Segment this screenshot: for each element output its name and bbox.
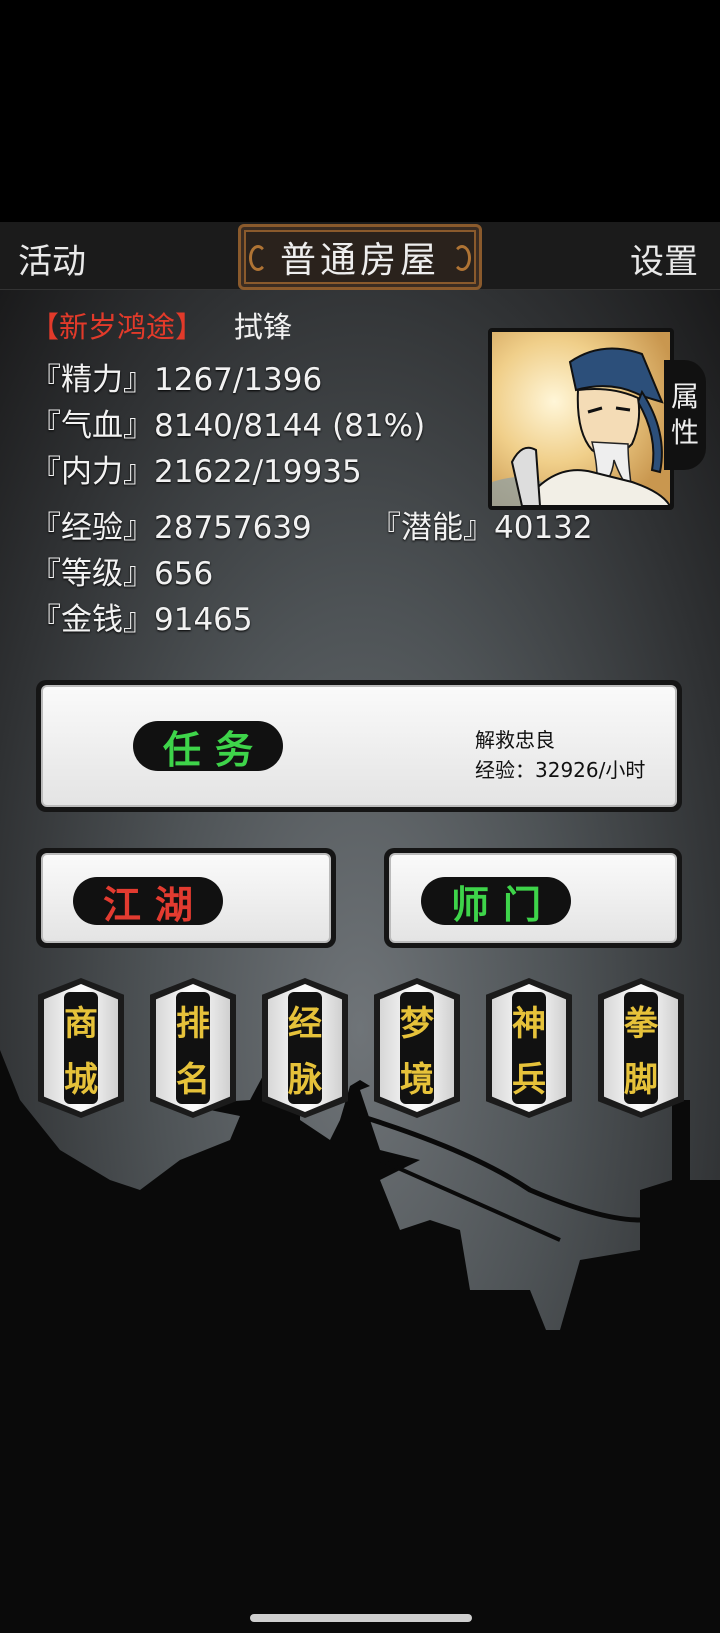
location-title: 普通房屋 (279, 240, 440, 281)
task-info: 解救忠良 经验：32926/小时 (475, 725, 645, 785)
top-bar: 活动 普通房屋 设置 (0, 222, 720, 290)
menu-dream-button[interactable]: 梦境 (374, 978, 460, 1118)
task-button[interactable]: 任务 解救忠良 经验：32926/小时 (36, 680, 682, 812)
stat-experience: 『经验』28757639 (30, 510, 312, 546)
stat-level: 『等级』656 (30, 556, 214, 592)
task-exp-rate: 经验：32926/小时 (475, 758, 646, 782)
settings-button[interactable]: 设置 (630, 234, 698, 283)
player-title-line: 【新岁鸿途】 拭锋 (30, 304, 292, 346)
stat-health: 『气血』8140/8144 (81%) (30, 408, 426, 444)
menu-ranking-button[interactable]: 排名 (150, 978, 236, 1118)
menu-weapon-char-1: 神 (512, 1003, 546, 1044)
attributes-tab-char-2: 性 (670, 416, 699, 449)
attributes-tab[interactable]: 属 性 (664, 360, 706, 470)
jianghu-label: 江湖 (73, 877, 223, 927)
menu-meridian-char-2: 脉 (288, 1059, 322, 1100)
menu-shop-char-2: 城 (64, 1059, 98, 1100)
menu-fist-char-2: 脚 (624, 1059, 658, 1100)
menu-dream-char-1: 梦 (400, 1003, 434, 1044)
menu-fist-button[interactable]: 拳脚 (598, 978, 684, 1118)
shimen-button-face: 师门 (389, 853, 677, 943)
menu-meridian-char-1: 经 (288, 1003, 322, 1044)
character-portrait[interactable] (488, 328, 674, 510)
stat-energy: 『精力』1267/1396 (30, 362, 323, 398)
menu-shop-char-1: 商 (64, 1003, 98, 1044)
scroll-ornament-right-icon (453, 245, 471, 271)
attributes-tab-char-1: 属 (670, 380, 699, 413)
task-name: 解救忠良 (475, 728, 555, 752)
main-panel: 【新岁鸿途】 拭锋 『精力』1267/1396 『气血』8140/8144 (81… (0, 290, 720, 1633)
menu-ranking-char-1: 排 (176, 1003, 210, 1044)
jianghu-button[interactable]: 江湖 (36, 848, 336, 948)
menu-shop-button[interactable]: 商城 (38, 978, 124, 1118)
stat-inner-power: 『内力』21622/19935 (30, 454, 362, 490)
menu-weapon-char-2: 兵 (512, 1059, 546, 1100)
player-title-tag: 【新岁鸿途】 (30, 310, 205, 344)
shimen-label: 师门 (421, 877, 571, 927)
player-name: 拭锋 (234, 310, 293, 344)
stat-money: 『金钱』91465 (30, 602, 253, 638)
task-label: 任务 (133, 721, 283, 772)
menu-weapon-button[interactable]: 神兵 (486, 978, 572, 1118)
scroll-ornament-left-icon (249, 245, 267, 271)
menu-dream-char-2: 境 (400, 1059, 434, 1100)
home-indicator[interactable] (250, 1614, 472, 1622)
shimen-button[interactable]: 师门 (384, 848, 682, 948)
location-title-plaque: 普通房屋 (238, 224, 482, 290)
activity-button[interactable]: 活动 (18, 234, 86, 283)
jianghu-button-face: 江湖 (41, 853, 331, 943)
scholar-portrait-icon (492, 332, 670, 506)
menu-meridian-button[interactable]: 经脉 (262, 978, 348, 1118)
menu-ranking-char-2: 名 (176, 1059, 210, 1100)
task-button-face: 任务 解救忠良 经验：32926/小时 (41, 685, 677, 807)
menu-fist-char-1: 拳 (624, 1003, 658, 1044)
